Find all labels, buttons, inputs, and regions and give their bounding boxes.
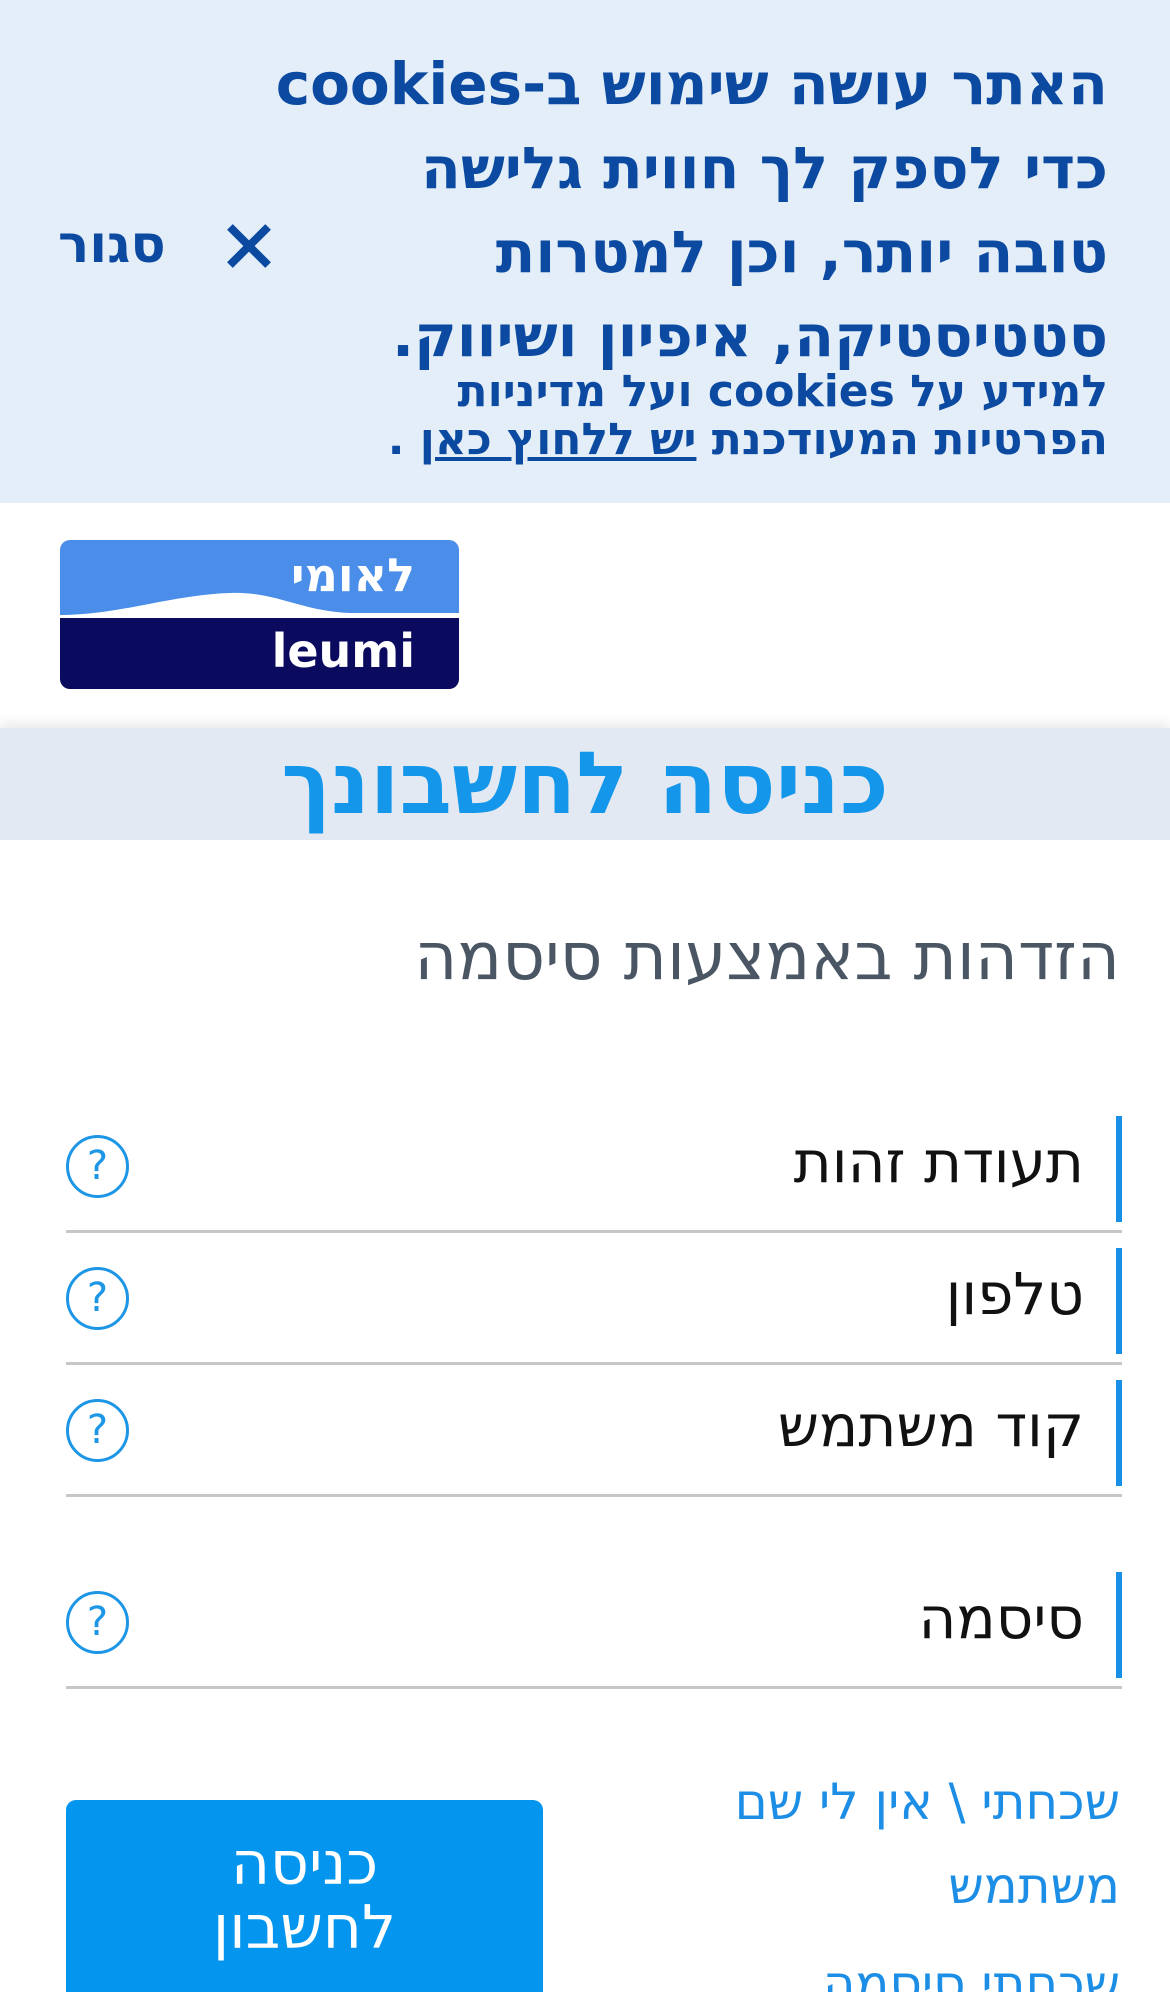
user-code-label: קוד משתמש: [777, 1392, 1084, 1460]
field-cursor-bar: [1116, 1572, 1122, 1678]
field-cursor-bar: [1116, 1380, 1122, 1486]
login-button-line-2: לחשבון: [212, 1893, 397, 1963]
cookie-info-suffix: .: [387, 414, 405, 465]
forgot-password-link[interactable]: שכחתי סיסמה: [823, 1942, 1120, 1992]
cookie-info-line: למידע על cookies ועל מדיניות: [457, 366, 1108, 417]
cookie-line-3: טובה יותר, וכן למטרות: [495, 218, 1108, 286]
forgot-username-link[interactable]: שכחתי \ אין לי שם משתמש: [735, 1760, 1120, 1928]
forgot-username-line-1: שכחתי \ אין לי שם: [734, 1773, 1120, 1831]
logo-hebrew: לאומי: [291, 548, 415, 602]
phone-field[interactable]: טלפון ?: [66, 1240, 1122, 1365]
forgot-username-line-2: משתמש: [948, 1857, 1120, 1915]
login-button[interactable]: כניסה לחשבון: [66, 1800, 543, 1992]
id-number-label: תעודת זהות: [793, 1128, 1084, 1196]
user-code-field[interactable]: קוד משתמש ?: [66, 1372, 1122, 1497]
help-icon[interactable]: ?: [66, 1267, 129, 1330]
cookie-banner: האתר עושה שימוש ב-cookies כדי לספק לך חו…: [0, 0, 1170, 503]
cookie-message: האתר עושה שימוש ב-cookies כדי לספק לך חו…: [208, 42, 1108, 378]
logo-english: leumi: [271, 624, 415, 678]
help-icon[interactable]: ?: [66, 1591, 129, 1654]
id-number-field[interactable]: תעודת זהות ?: [66, 1108, 1122, 1233]
password-field[interactable]: סיסמה ?: [66, 1564, 1122, 1689]
leumi-logo[interactable]: לאומי leumi: [60, 540, 459, 689]
help-icon[interactable]: ?: [66, 1135, 129, 1198]
section-title: הזדהות באמצעות סיסמה: [414, 918, 1120, 995]
password-label: סיסמה: [918, 1584, 1084, 1652]
privacy-policy-link[interactable]: יש ללחוץ כאן: [420, 414, 697, 465]
field-cursor-bar: [1116, 1116, 1122, 1222]
help-icon[interactable]: ?: [66, 1399, 129, 1462]
page-header: כניסה לחשבונך: [0, 728, 1170, 840]
page-title: כניסה לחשבונך: [281, 734, 889, 834]
cookie-privacy-note: למידע על cookies ועל מדיניות הפרטיות המע…: [208, 368, 1108, 464]
login-button-line-1: כניסה: [230, 1829, 379, 1899]
field-cursor-bar: [1116, 1248, 1122, 1354]
close-icon: [224, 221, 272, 269]
phone-label: טלפון: [945, 1260, 1084, 1328]
cookie-line-2: כדי לספק לך חווית גלישה: [420, 134, 1108, 202]
cookie-close-label: סגור: [58, 215, 166, 275]
cookie-info-prefix: הפרטיות המעודכנת: [711, 414, 1108, 465]
cookie-close-button[interactable]: סגור: [58, 215, 272, 275]
cookie-info-line-2: הפרטיות המעודכנת יש ללחוץ כאן .: [208, 416, 1108, 464]
cookie-line-1: האתר עושה שימוש ב-cookies: [275, 50, 1108, 118]
